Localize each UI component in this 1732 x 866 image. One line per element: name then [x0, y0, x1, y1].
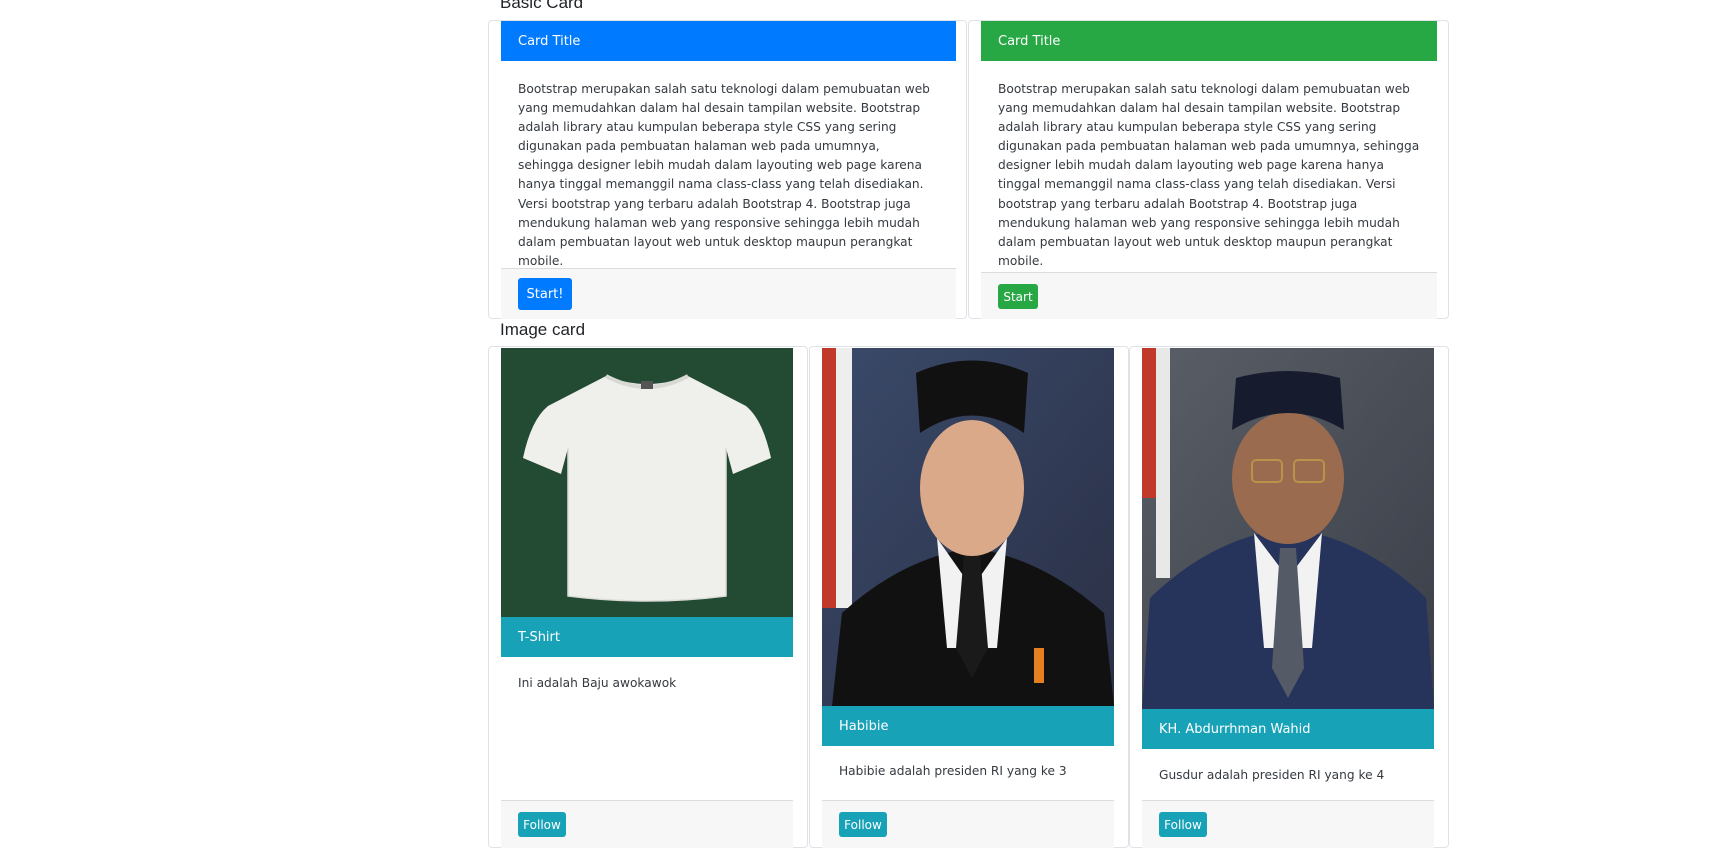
card-header: KH. Abdurrhman Wahid [1142, 709, 1434, 749]
tshirt-image [501, 348, 793, 617]
card-footer: Start [981, 272, 1437, 319]
portrait-image [1142, 348, 1434, 710]
image-card-gusdur: KH. Abdurrhman Wahid Gusdur adalah presi… [1129, 346, 1449, 848]
follow-button[interactable]: Follow [839, 812, 887, 837]
card-body-text: Habibie adalah presiden RI yang ke 3 [839, 764, 1067, 778]
portrait-image [822, 348, 1114, 706]
card-header: Card Title [501, 21, 956, 61]
start-button[interactable]: Start! [518, 278, 572, 310]
follow-button[interactable]: Follow [1159, 812, 1207, 837]
card-header: Habibie [822, 706, 1114, 746]
basic-card-section-title: Basic Card [500, 0, 584, 12]
image-card-habibie: Habibie Habibie adalah presiden RI yang … [809, 346, 1129, 848]
card-footer: Follow [1142, 800, 1434, 848]
card-footer: Follow [822, 800, 1114, 848]
card-body-text: Ini adalah Baju awokawok [518, 676, 677, 690]
start-button[interactable]: Start [998, 284, 1038, 309]
card-body-text: Bootstrap merupakan salah satu teknologi… [518, 82, 930, 268]
card-footer: Start! [501, 268, 956, 319]
basic-card-primary: Card Title Bootstrap merupakan salah sat… [488, 20, 967, 319]
card-footer: Follow [501, 800, 793, 848]
card-body-text: Gusdur adalah presiden RI yang ke 4 [1159, 768, 1385, 782]
basic-card-success: Card Title Bootstrap merupakan salah sat… [968, 20, 1449, 319]
card-header: T-Shirt [501, 617, 793, 657]
image-card-section-title: Image card [500, 320, 586, 339]
card-header: Card Title [981, 21, 1437, 61]
follow-button[interactable]: Follow [518, 812, 566, 837]
image-card-tshirt: T-Shirt Ini adalah Baju awokawok Follow [488, 346, 808, 848]
card-body-text: Bootstrap merupakan salah satu teknologi… [998, 82, 1420, 268]
